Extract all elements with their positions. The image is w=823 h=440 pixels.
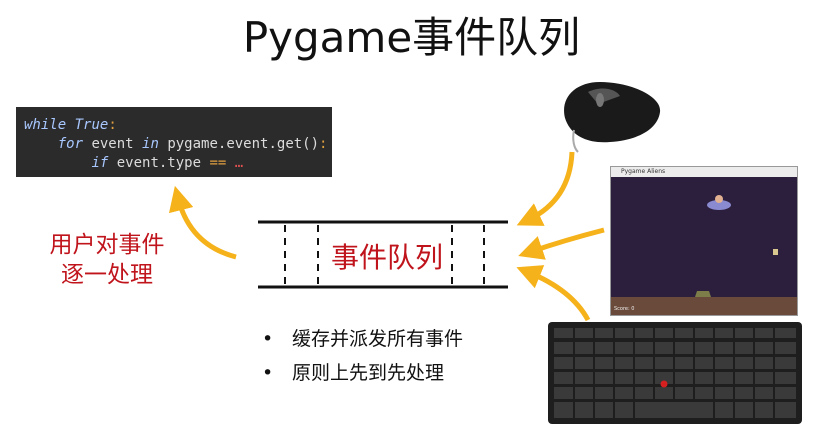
bullet-dot: • <box>262 328 274 350</box>
arrow-from-keyboard <box>516 265 591 322</box>
bullet-item: • 原则上先到先处理 <box>262 356 463 390</box>
game-floor <box>611 297 797 315</box>
game-scene <box>695 195 778 297</box>
game-window-titlebar: Pygame Aliens <box>611 167 797 177</box>
arrow-from-mouse <box>516 151 575 226</box>
keyboard-icon <box>548 322 802 424</box>
alien <box>715 195 723 203</box>
bullet-item: • 缓存并派发所有事件 <box>262 322 463 356</box>
mouse-icon <box>564 82 661 153</box>
game-screenshot: Pygame Aliens Score: 0 <box>610 166 798 316</box>
arrow-from-game <box>518 227 605 260</box>
bullet-text: 缓存并派发所有事件 <box>292 328 464 350</box>
game-score: Score: 0 <box>614 306 635 312</box>
bullet-dot: • <box>262 362 274 384</box>
bullet-text: 原则上先到先处理 <box>292 362 445 384</box>
event-queue-label: 事件队列 <box>330 241 443 274</box>
bomb <box>773 249 778 255</box>
bullet-list: • 缓存并派发所有事件 • 原则上先到先处理 <box>262 322 463 390</box>
arrow-to-code <box>168 185 237 260</box>
